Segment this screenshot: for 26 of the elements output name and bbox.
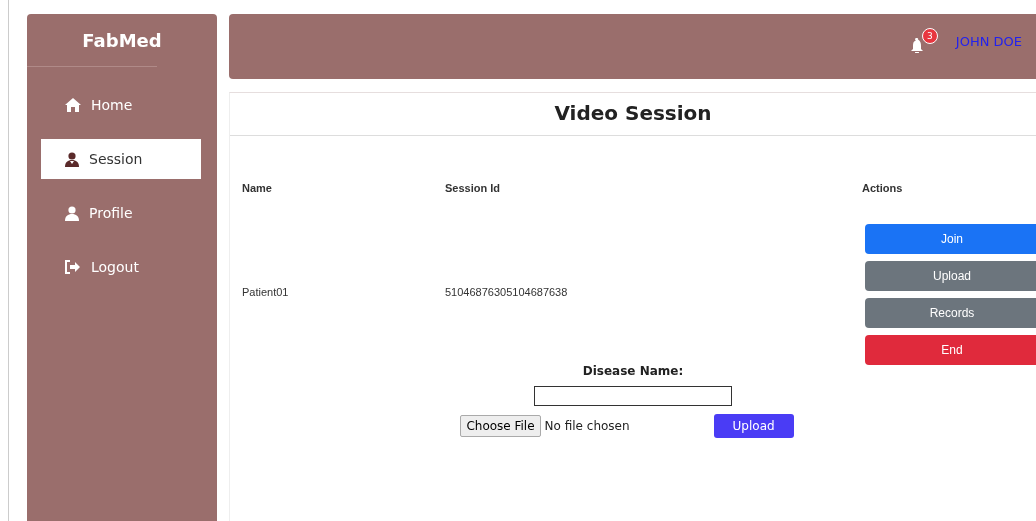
sidebar-item[interactable]: Home <box>41 85 201 125</box>
brand-logo: FabMed <box>81 29 163 53</box>
action-button[interactable]: End <box>865 335 1036 365</box>
user-icon <box>65 205 79 221</box>
table-cell: Patient01 <box>242 286 289 298</box>
column-header: Actions <box>862 182 903 194</box>
action-button[interactable]: Upload <box>865 261 1036 291</box>
upload-button[interactable]: Upload <box>713 414 794 438</box>
table-cell: 51046876305104687638 <box>445 286 568 298</box>
doctor-icon <box>65 151 79 167</box>
column-header: Name <box>242 182 272 194</box>
disease-name-field[interactable] <box>534 386 732 406</box>
bell-icon[interactable] <box>909 38 924 53</box>
page-title: Video Session <box>230 93 1036 136</box>
sidebar-item[interactable]: Logout <box>41 247 201 287</box>
field-label: Disease Name: <box>582 364 684 378</box>
home-icon <box>65 98 81 112</box>
choose-file-button[interactable]: Choose File <box>460 415 541 437</box>
notification-badge: 3 <box>921 28 938 44</box>
sidebar-item[interactable]: Session <box>41 139 201 179</box>
logout-icon <box>65 260 81 274</box>
column-header: Session Id <box>445 182 501 194</box>
action-button[interactable]: Records <box>865 298 1036 328</box>
sidebar-item[interactable]: Profile <box>41 193 201 233</box>
action-button[interactable]: Join <box>865 224 1036 254</box>
file-status: No file chosen <box>544 419 630 433</box>
